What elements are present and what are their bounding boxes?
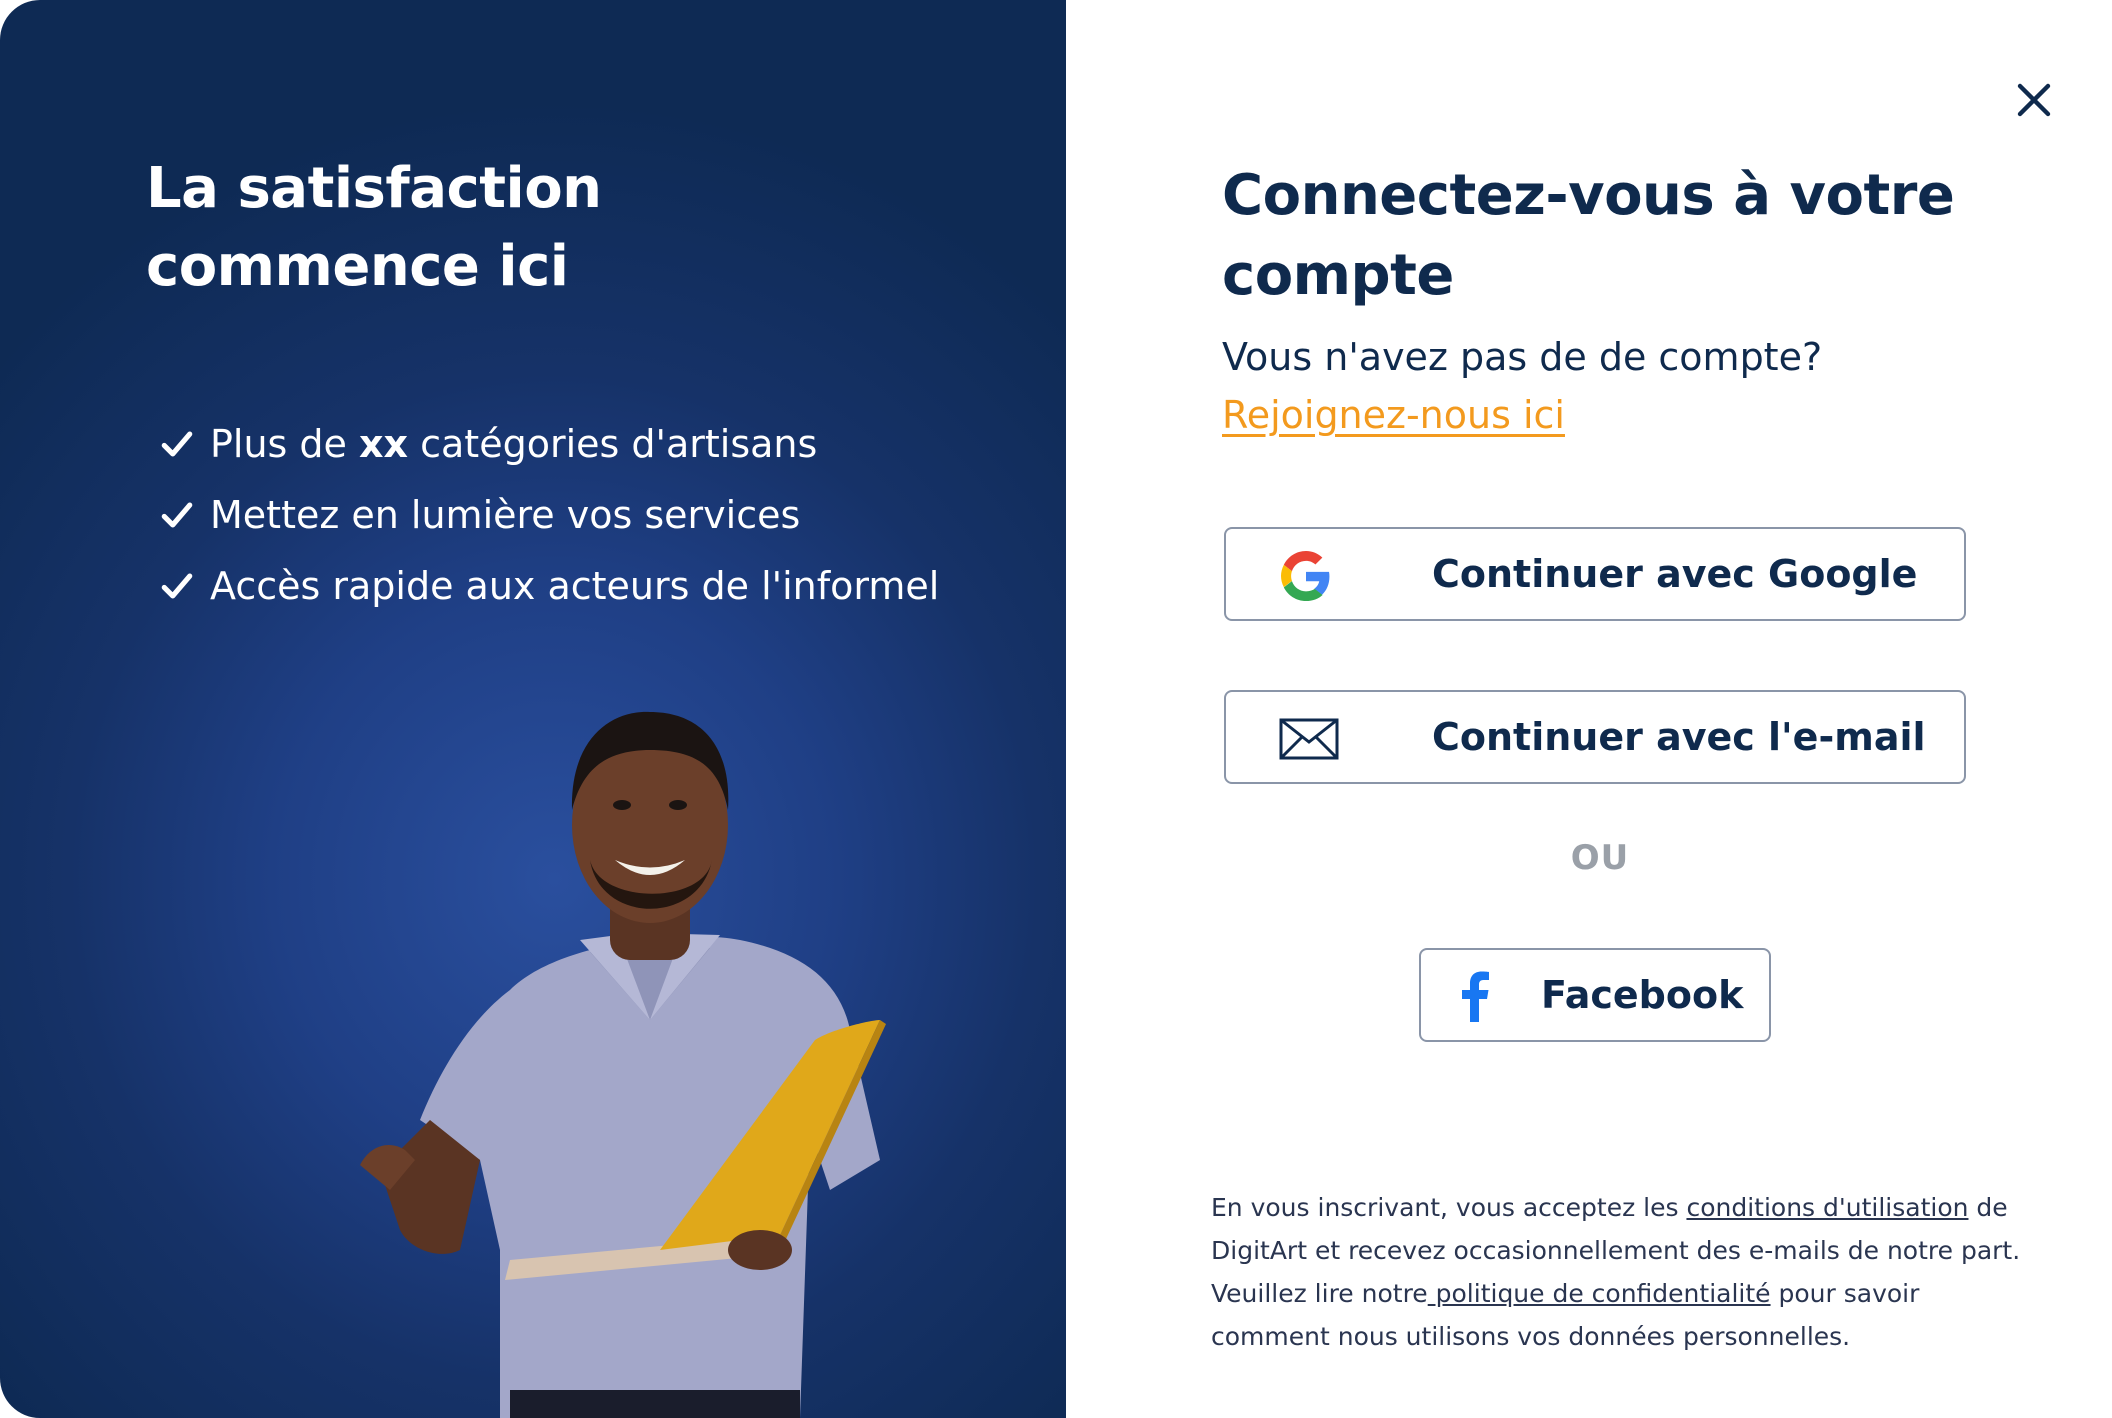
legal-notice: En vous inscrivant, vous acceptez les co… bbox=[1211, 1193, 2021, 1351]
feature-list: Plus de xx catégories d'artisans Mettez … bbox=[160, 408, 939, 621]
promo-panel: La satisfaction commence ici Plus de xx … bbox=[0, 0, 1066, 1418]
check-icon bbox=[161, 573, 193, 598]
google-icon bbox=[1281, 551, 1330, 601]
feature-item: Plus de xx catégories d'artisans bbox=[160, 408, 939, 479]
email-login-button[interactable]: Continuer avec l'e-mail bbox=[1224, 690, 1966, 784]
separator-text: OU bbox=[1570, 838, 1630, 878]
check-icon bbox=[161, 431, 193, 456]
facebook-button-label: Facebook bbox=[1541, 973, 1744, 1017]
promo-title: La satisfaction commence ici bbox=[146, 156, 602, 299]
privacy-link[interactable]: politique de confidentialité bbox=[1428, 1279, 1771, 1308]
person-with-laptop-image bbox=[360, 711, 886, 1418]
google-button-label: Continuer avec Google bbox=[1432, 552, 1918, 596]
facebook-icon bbox=[1462, 971, 1489, 1022]
google-login-button[interactable]: Continuer avec Google bbox=[1224, 527, 1966, 621]
check-icon bbox=[161, 502, 193, 527]
facebook-login-button[interactable]: Facebook bbox=[1419, 948, 1771, 1042]
login-title: Connectez-vous à votre compte bbox=[1222, 163, 1955, 308]
terms-link[interactable]: conditions d'utilisation bbox=[1686, 1193, 1968, 1222]
close-icon[interactable] bbox=[2010, 76, 2058, 124]
feature-item: Mettez en lumière vos services bbox=[160, 479, 939, 550]
feature-item: Accès rapide aux acteurs de l'informel bbox=[160, 550, 939, 621]
no-account-text: Vous n'avez pas de de compte? bbox=[1222, 335, 1823, 379]
envelope-icon bbox=[1279, 718, 1339, 760]
login-modal: La satisfaction commence ici Plus de xx … bbox=[0, 0, 2112, 1418]
feature-text: Mettez en lumière vos services bbox=[210, 492, 801, 537]
join-link[interactable]: Rejoignez-nous ici bbox=[1222, 390, 1565, 440]
feature-text: Accès rapide aux acteurs de l'informel bbox=[210, 563, 940, 608]
feature-text: Plus de xx catégories d'artisans bbox=[210, 421, 818, 466]
email-button-label: Continuer avec l'e-mail bbox=[1432, 715, 1926, 759]
